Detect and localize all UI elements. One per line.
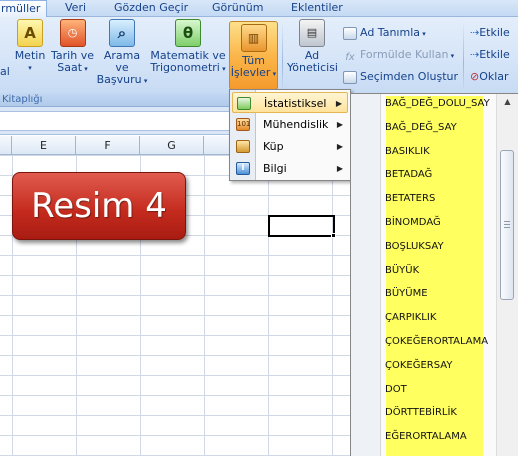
chevron-down-icon: ▾ [28,64,32,72]
fx-icon: fx [345,51,355,63]
group-label-function-library: Kitaplığı [2,94,43,105]
all-functions-menu: İstatistiksel ▶ 101 Mühendislik ▶ Küp ▶ … [229,89,351,181]
trace-precedents-button[interactable]: ⇢Etkile [470,24,510,42]
resim-badge: Resim 4 [12,172,186,240]
tab-eklentiler[interactable]: Eklentiler [285,0,349,17]
tab-veri[interactable]: Veri [59,0,92,17]
magnifier-book-icon: ⌕ [109,19,135,47]
chevron-down-icon: ▾ [141,77,148,85]
chevron-right-icon: ▶ [336,142,343,151]
function-item[interactable]: DOT [385,381,407,399]
etkile2-label: Etkile [479,48,510,61]
remove-arrows-button[interactable]: ⊘Oklar [470,68,509,86]
oklar-label: Oklar [479,70,509,83]
tab-gozden-gecir[interactable]: Gözden Geçir [108,0,194,17]
function-item[interactable]: BOŞLUKSAY [385,238,444,256]
ad-tanimla-label: Ad Tanımla [360,26,420,39]
chart-icon [237,97,251,110]
menu-label-muhendislik: Mühendislik [263,118,329,131]
arrow-icon: ⇢ [470,26,480,39]
tab-gorunum[interactable]: Görünüm [206,0,269,17]
scroll-grip-icon [504,221,510,230]
active-cell[interactable] [268,215,335,237]
metin-button[interactable]: A Metin ▾ [11,19,49,89]
arrow-icon: ⇢ [470,48,480,61]
theta-icon: θ [175,19,201,47]
define-name-icon [343,26,357,40]
submenu-scrollbar[interactable]: ▲ [496,94,518,456]
function-item[interactable]: ÇARPIKLIK [385,309,436,327]
ad-label-line2: Yöneticisi [287,61,338,74]
column-header-f[interactable]: F [76,136,140,155]
tum-islevler-button[interactable]: ▥ Tüm İşlevler ▾ [229,21,278,90]
text-function-icon: A [17,19,43,47]
cube-icon [236,140,250,153]
chevron-down-icon: ▾ [82,65,88,73]
menu-label-kup: Küp [263,140,284,153]
menu-label-istatistiksel: İstatistiksel [264,97,327,110]
function-item[interactable]: BİNOMDAĞ [385,214,441,232]
chevron-right-icon: ▶ [335,99,342,108]
secimden-olustur-label: Seçimden Oluştur [360,70,459,83]
function-item[interactable]: BÜYÜME [385,285,428,303]
matematik-trigonometri-button[interactable]: θ Matematik ve Trigonometri ▾ [150,19,226,89]
etkile1-label: Etkile [479,26,510,39]
ribbon-tab-bar: rmüller Veri Gözden Geçir Görünüm Eklent… [0,0,518,18]
menu-item-istatistiksel[interactable]: İstatistiksel ▶ [232,92,348,113]
trace-dependents-button[interactable]: ⇢Etkile [470,46,510,64]
engineering-icon: 101 [236,118,250,131]
arama-basvuru-button[interactable]: ⌕ Arama ve Başvuru ▾ [96,19,148,89]
column-header-g[interactable]: G [140,136,204,155]
formulde-kullan-label: Formülde Kullan [360,48,449,61]
menu-item-muhendislik[interactable]: 101 Mühendislik ▶ [232,114,348,135]
statistical-functions-submenu [350,93,518,456]
eraser-icon: ⊘ [470,70,480,83]
books-icon: ▥ [240,24,267,52]
ad-tanimla-button[interactable]: Ad Tanımla ▾ [343,24,426,42]
function-item[interactable]: ÇOKEĞERORTALAMA [385,333,488,351]
arama-label-line1: Arama ve [103,49,141,74]
function-item[interactable]: EĞERORTALAMA [385,428,467,446]
scroll-up-arrow-icon[interactable]: ▲ [497,94,518,110]
chevron-down-icon: ▾ [270,70,277,78]
menu-item-bilgi[interactable]: i Bilgi ▶ [232,158,348,179]
formulde-kullan-button[interactable]: fx Formülde Kullan ▾ [343,46,454,64]
chevron-down-icon: ▾ [219,65,226,73]
chevron-right-icon: ▶ [336,120,343,129]
column-header-partial[interactable] [0,136,12,155]
tab-formuller[interactable]: rmüller [0,0,48,18]
column-header-e[interactable]: E [12,136,76,155]
function-item[interactable]: BAĞ_DEĞ_DOLU_SAY [385,95,490,113]
ad-yoneticisi-button[interactable]: ▤ Ad Yöneticisi [287,19,338,89]
function-item[interactable]: BASIKLIK [385,143,430,161]
function-item[interactable]: DÖRTTEBİRLİK [385,404,457,422]
create-from-selection-icon [343,70,357,84]
chevron-down-icon: ▾ [420,30,426,38]
left-cut-button-label[interactable]: al [0,63,10,81]
info-icon: i [236,162,250,175]
submenu-icon-gutter [351,94,381,456]
function-item[interactable]: BETATERS [385,190,435,208]
fill-handle[interactable] [331,233,336,238]
tarih-label-line2: Saat [57,61,83,74]
calendar-clock-icon: ◷ [59,19,86,47]
tarih-saat-button[interactable]: ◷ Tarih ve Saat ▾ [50,19,95,89]
mat-label-line2: Trigonometri [150,61,220,74]
chevron-right-icon: ▶ [336,164,343,173]
function-item[interactable]: BETADAĞ [385,166,432,184]
secimden-olustur-button[interactable]: Seçimden Oluştur [343,68,458,86]
tum-label-line2: İşlevler [230,66,271,79]
scroll-thumb[interactable] [500,150,514,300]
name-manager-icon: ▤ [299,19,325,47]
metin-label: Metin [14,49,46,62]
menu-item-kup[interactable]: Küp ▶ [232,136,348,157]
arama-label-line2: Başvuru [96,73,142,86]
function-item[interactable]: BÜYÜK [385,262,419,280]
function-item[interactable]: ÇOKEĞERSAY [385,357,452,375]
chevron-down-icon: ▾ [448,52,455,60]
menu-label-bilgi: Bilgi [263,162,287,175]
function-item[interactable]: BAĞ_DEĞ_SAY [385,119,457,137]
